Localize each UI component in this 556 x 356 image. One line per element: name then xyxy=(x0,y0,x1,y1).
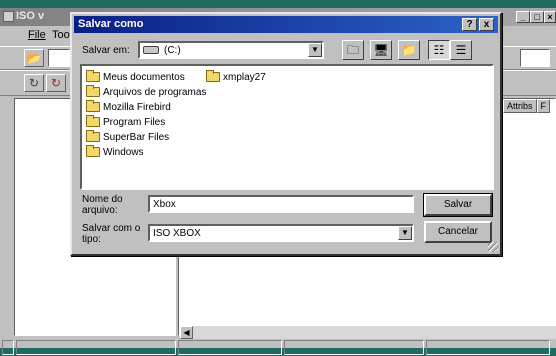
resize-grip-icon[interactable] xyxy=(488,242,498,252)
up-folder-icon[interactable]: 🗀 xyxy=(342,40,364,60)
folder-name: SuperBar Files xyxy=(103,131,170,143)
folder-icon xyxy=(86,85,100,97)
folder-icon xyxy=(206,70,220,82)
column-header-attribs[interactable]: Attribs xyxy=(503,99,537,113)
close-icon[interactable]: x xyxy=(479,18,494,31)
path-field-right[interactable] xyxy=(520,49,550,67)
desktop-icon[interactable]: 🖥 xyxy=(370,40,392,60)
dialog-title: Salvar como xyxy=(78,18,144,30)
column-header-f[interactable]: F xyxy=(536,99,551,113)
background-app-title: ISO v xyxy=(16,10,45,22)
folder-name: Windows xyxy=(103,146,144,158)
save-in-label: Salvar em: xyxy=(82,45,130,56)
folder-icon xyxy=(86,130,100,142)
save-as-type-value: ISO XBOX xyxy=(153,228,201,239)
menu-file[interactable]: File xyxy=(28,29,46,41)
path-field[interactable] xyxy=(48,49,70,67)
hard-drive-icon xyxy=(143,46,159,54)
file-list[interactable]: Meus documentos xmplay27 Arquivos de pro… xyxy=(80,64,494,190)
details-view-icon[interactable]: ☰ xyxy=(450,40,472,60)
list-item[interactable]: Arquivos de programas xyxy=(86,85,206,99)
save-button[interactable]: Salvar xyxy=(424,194,492,216)
new-folder-icon[interactable]: 📁 xyxy=(398,40,420,60)
help-icon[interactable]: ? xyxy=(462,18,477,31)
list-item[interactable]: Program Files xyxy=(86,115,165,129)
list-item[interactable]: Meus documentos xyxy=(86,70,185,84)
folder-icon xyxy=(86,100,100,112)
chevron-down-icon[interactable]: ▼ xyxy=(308,43,322,57)
stop-icon[interactable]: ↻ xyxy=(46,74,66,92)
list-view-icon[interactable]: ☷ xyxy=(428,40,450,60)
file-name-label-line2: arquivo: xyxy=(82,205,118,216)
folder-name: Mozilla Firebird xyxy=(103,101,171,113)
maximize-icon[interactable]: □ xyxy=(530,11,544,23)
open-folder-icon[interactable]: 📂 xyxy=(24,49,44,67)
chevron-down-icon[interactable]: ▼ xyxy=(398,226,412,240)
app-icon xyxy=(3,11,14,22)
save-as-type-label-line2: tipo: xyxy=(82,234,101,245)
list-item[interactable]: xmplay27 xyxy=(206,70,266,84)
folder-name: Meus documentos xyxy=(103,71,185,83)
list-item[interactable]: Windows xyxy=(86,145,144,159)
dialog-titlebar: Salvar como ? x xyxy=(74,16,498,33)
save-in-dropdown[interactable]: (C:) ▼ xyxy=(138,41,324,59)
folder-name: Program Files xyxy=(103,116,166,128)
folder-icon xyxy=(86,145,100,157)
save-as-type-label-line1: Salvar com o xyxy=(82,223,141,234)
save-in-value: (C:) xyxy=(164,45,181,56)
save-as-type-dropdown[interactable]: ISO XBOX ▼ xyxy=(148,224,414,242)
folder-name: Arquivos de programas xyxy=(103,86,207,98)
list-item[interactable]: Mozilla Firebird xyxy=(86,100,171,114)
menu-tools[interactable]: Too xyxy=(52,29,70,41)
minimize-icon[interactable]: _ xyxy=(516,11,530,23)
column-header-row: Attribs F xyxy=(503,99,556,113)
refresh-icon[interactable]: ↻ xyxy=(24,74,44,92)
file-name-label-line1: Nome do xyxy=(82,194,123,205)
file-name-input[interactable]: Xbox xyxy=(148,195,414,213)
cancel-button[interactable]: Cancelar xyxy=(424,221,492,243)
status-bar xyxy=(0,338,556,356)
folder-icon xyxy=(86,115,100,127)
list-item[interactable]: SuperBar Files xyxy=(86,130,169,144)
folder-name: xmplay27 xyxy=(223,71,266,83)
save-as-dialog: Salvar como ? x Salvar em: (C:) ▼ 🗀 🖥 📁 … xyxy=(70,12,502,256)
folder-icon xyxy=(86,70,100,82)
close-icon[interactable]: × xyxy=(544,11,556,23)
